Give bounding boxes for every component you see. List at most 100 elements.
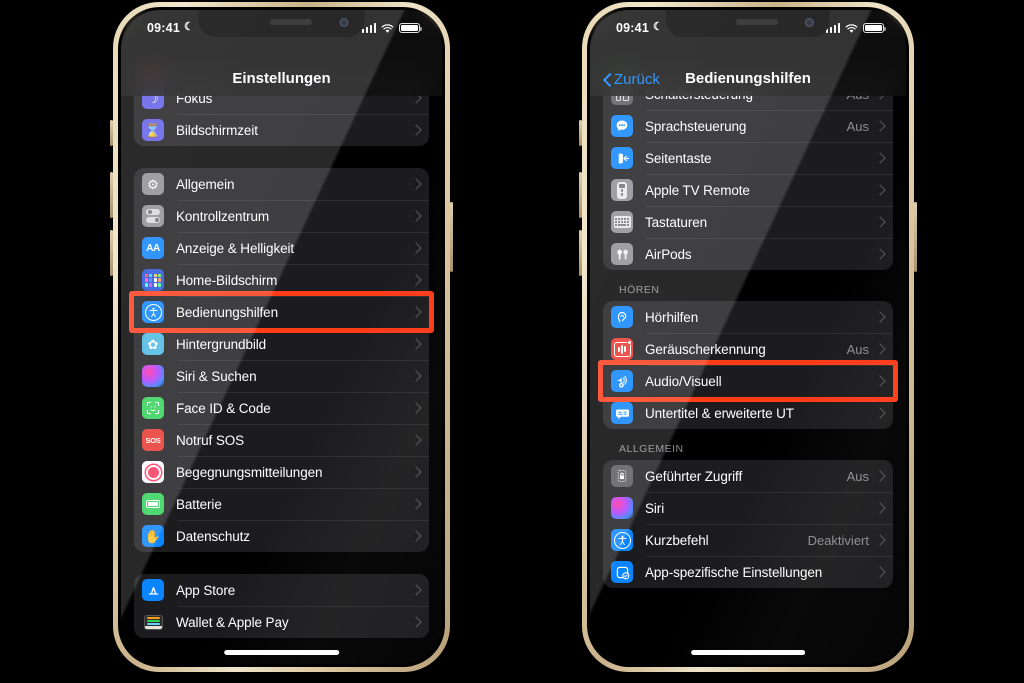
row-label: Face ID & Code: [176, 400, 271, 416]
left-group-c: App Store Wallet & Apple Pay: [134, 574, 429, 638]
table-row[interactable]: App Store: [134, 574, 429, 606]
volume-up-button[interactable]: [579, 172, 582, 218]
power-button[interactable]: [914, 202, 917, 272]
table-row[interactable]: AA Anzeige & Helligkeit: [134, 232, 429, 264]
row-label: Siri & Suchen: [176, 368, 257, 384]
row-accessory: [876, 311, 893, 323]
row-accessory: [412, 210, 429, 222]
airpods-icon: [611, 243, 633, 265]
chevron-right-icon: [876, 311, 883, 323]
table-row[interactable]: Home-Bildschirm: [134, 264, 429, 296]
status-left: 09:41 ☾: [616, 21, 663, 35]
mute-switch[interactable]: [110, 120, 113, 146]
row-label: Bedienungshilfen: [176, 304, 278, 320]
status-time: 09:41: [147, 21, 180, 35]
chevron-right-icon: [412, 466, 419, 478]
chevron-right-icon: [876, 216, 883, 228]
row-label: Tastaturen: [645, 214, 708, 230]
row-label: Wallet & Apple Pay: [176, 614, 289, 630]
table-row[interactable]: Audio/Visuell: [603, 365, 893, 397]
table-row[interactable]: ✋ Datenschutz: [134, 520, 429, 552]
chevron-left-icon: [603, 73, 611, 87]
table-row[interactable]: Begegnungsmitteilungen: [134, 456, 429, 488]
table-row[interactable]: ⚙ Allgemein: [134, 168, 429, 200]
row-accessory: [412, 338, 429, 350]
chevron-right-icon: [876, 184, 883, 196]
table-row[interactable]: Geführter Zugriff Aus: [603, 460, 893, 492]
voice-control-icon: [611, 115, 633, 137]
left-phone-screen: ☽ Fokus ⌛ Bildschirmzeit ⚙ Allgemein Kontroll…: [121, 10, 442, 664]
chevron-right-icon: [412, 242, 419, 254]
right-group-a: SchaltersteuerungAusSprachsteuerungAusSe…: [603, 68, 893, 270]
hourglass-icon: ⌛: [142, 119, 164, 141]
table-row[interactable]: Siri: [603, 492, 893, 524]
row-label: App Store: [176, 582, 236, 598]
keyboard-icon: [611, 211, 633, 233]
row-accessory: [412, 616, 429, 628]
row-label: Hörhilfen: [645, 309, 699, 325]
home-indicator[interactable]: [223, 650, 340, 655]
row-label: Home-Bildschirm: [176, 272, 278, 288]
notch: [198, 10, 365, 37]
right-accessibility-list[interactable]: SchaltersteuerungAusSprachsteuerungAusSe…: [590, 10, 906, 664]
table-row[interactable]: Untertitel & erweiterte UT: [603, 397, 893, 429]
wifi-icon: [845, 23, 858, 33]
chevron-right-icon: [412, 402, 419, 414]
mute-switch[interactable]: [579, 120, 582, 146]
row-label: Sprachsteuerung: [645, 118, 747, 134]
row-accessory: [412, 498, 429, 510]
table-row[interactable]: Kontrollzentrum: [134, 200, 429, 232]
left-phone-body: ☽ Fokus ⌛ Bildschirmzeit ⚙ Allgemein Kontroll…: [118, 7, 445, 667]
row-accessory: [412, 530, 429, 542]
row-accessory: [412, 402, 429, 414]
table-row[interactable]: Sprachsteuerung Aus: [603, 110, 893, 142]
row-label: AirPods: [645, 246, 692, 262]
back-button[interactable]: Zurück: [603, 71, 660, 88]
power-button[interactable]: [450, 202, 453, 272]
table-row[interactable]: Tastaturen: [603, 206, 893, 238]
table-row[interactable]: App-spezifische Einstellungen: [603, 556, 893, 588]
volume-up-button[interactable]: [110, 172, 113, 218]
table-row[interactable]: Wallet & Apple Pay: [134, 606, 429, 638]
table-row[interactable]: Bedienungshilfen: [134, 296, 429, 328]
table-row[interactable]: Siri & Suchen: [134, 360, 429, 392]
face-id-icon: [142, 397, 164, 419]
chevron-right-icon: [876, 120, 883, 132]
apple-tv-remote-icon: [611, 179, 633, 201]
table-row[interactable]: SOS Notruf SOS: [134, 424, 429, 456]
table-row[interactable]: Batterie: [134, 488, 429, 520]
chevron-right-icon: [876, 566, 883, 578]
volume-down-button[interactable]: [579, 230, 582, 276]
table-row[interactable]: Hörhilfen: [603, 301, 893, 333]
chevron-right-icon: [412, 210, 419, 222]
row-accessory: [876, 375, 893, 387]
volume-down-button[interactable]: [110, 230, 113, 276]
moon-icon: ☾: [652, 21, 664, 33]
chevron-right-icon: [876, 343, 883, 355]
table-row[interactable]: Geräuscherkennung Aus: [603, 333, 893, 365]
table-row[interactable]: ✿ Hintergrundbild: [134, 328, 429, 360]
display-brightness-icon: AA: [142, 237, 164, 259]
sos-icon: SOS: [142, 429, 164, 451]
battery-icon: [399, 22, 422, 34]
audio-visual-icon: [611, 370, 633, 392]
table-row[interactable]: Kurzbefehl Deaktiviert: [603, 524, 893, 556]
hearing-devices-icon: [611, 306, 633, 328]
chevron-right-icon: [876, 502, 883, 514]
row-accessory: [876, 216, 893, 228]
page-title: Bedienungshilfen: [685, 70, 811, 87]
earpiece-speaker: [269, 19, 312, 25]
table-row[interactable]: Apple TV Remote: [603, 174, 893, 206]
table-row[interactable]: Seitentaste: [603, 142, 893, 174]
row-label: Anzeige & Helligkeit: [176, 240, 295, 256]
right-group-general: Geführter Zugriff Aus Siri Kurzbefehl Deakti…: [603, 460, 893, 588]
left-settings-list[interactable]: ☽ Fokus ⌛ Bildschirmzeit ⚙ Allgemein Kontroll…: [121, 10, 442, 664]
table-row[interactable]: AirPods: [603, 238, 893, 270]
row-label: Geräuscherkennung: [645, 341, 766, 357]
right-phone-body: SchaltersteuerungAusSprachsteuerungAusSe…: [587, 7, 909, 667]
row-label: Seitentaste: [645, 150, 712, 166]
table-row[interactable]: ⌛ Bildschirmzeit: [134, 114, 429, 146]
home-indicator[interactable]: [691, 650, 805, 655]
row-accessory: Aus: [847, 119, 893, 134]
table-row[interactable]: Face ID & Code: [134, 392, 429, 424]
